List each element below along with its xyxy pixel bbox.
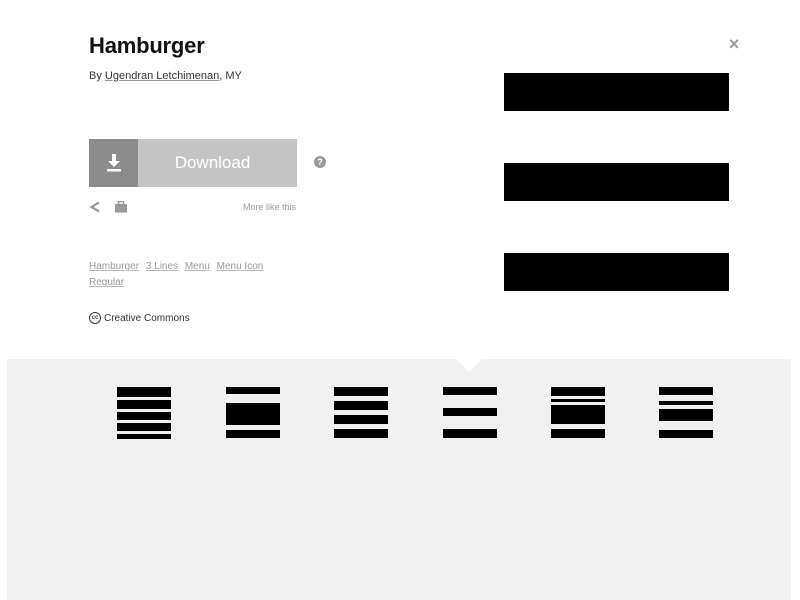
preview-line-bottom xyxy=(504,253,729,291)
variation-thumb-1[interactable] xyxy=(89,359,197,465)
hamburger-variant-4-icon xyxy=(443,387,497,438)
byline: By Ugendran Letchimenan, MY xyxy=(89,70,242,82)
hamburger-variant-3-icon xyxy=(334,387,388,438)
tag-link[interactable]: Menu Icon xyxy=(217,261,264,272)
tag-link[interactable]: Regular xyxy=(89,277,124,288)
tag-link[interactable]: Menu xyxy=(185,261,210,272)
help-icon[interactable]: ? xyxy=(314,156,326,168)
download-button[interactable]: Download xyxy=(89,139,297,187)
tag-link[interactable]: Hamburger xyxy=(89,261,139,272)
variation-thumb-6[interactable] xyxy=(631,359,739,465)
byline-prefix: By xyxy=(89,70,102,82)
author-country: , MY xyxy=(219,70,242,82)
briefcase-icon[interactable] xyxy=(114,200,128,213)
close-icon[interactable]: × xyxy=(726,35,742,53)
icon-title: Hamburger xyxy=(89,33,205,58)
tag-list: Hamburger 3 Lines Menu Menu Icon Regular xyxy=(89,259,299,291)
hamburger-variant-2-icon xyxy=(226,387,280,438)
creative-commons-icon: cc xyxy=(89,312,101,324)
hamburger-variant-5-icon xyxy=(551,387,605,438)
download-label: Download xyxy=(174,153,251,172)
hamburger-variant-1-icon xyxy=(117,387,171,439)
tag-link[interactable]: 3 Lines xyxy=(146,261,178,272)
variation-thumb-4[interactable] xyxy=(415,359,523,465)
variation-thumb-5[interactable] xyxy=(523,359,631,465)
author-link[interactable]: Ugendran Letchimenan xyxy=(105,70,219,82)
license-label[interactable]: Creative Commons xyxy=(104,313,190,324)
variation-thumb-2[interactable] xyxy=(198,359,306,465)
license: cc Creative Commons xyxy=(89,312,190,324)
hamburger-variant-6-icon xyxy=(659,387,713,438)
share-icon[interactable] xyxy=(89,200,101,213)
more-like-this-link[interactable]: More like this xyxy=(200,202,296,212)
preview-line-middle xyxy=(504,163,729,201)
preview-line-top xyxy=(504,73,729,111)
variation-thumb-3[interactable] xyxy=(306,359,414,465)
download-icon xyxy=(89,139,138,187)
